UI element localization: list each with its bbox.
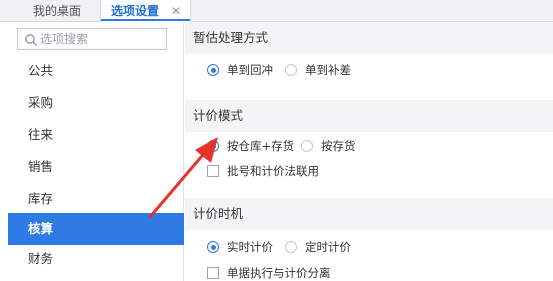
checkbox-batch-pricing[interactable] xyxy=(207,165,219,177)
tab-options-settings[interactable]: 选项设置 ✕ xyxy=(100,0,191,23)
search-box[interactable] xyxy=(17,28,167,50)
radio-label-realtime-pricing: 实时计价 xyxy=(227,240,273,254)
tab-my-desktop[interactable]: 我的桌面 xyxy=(33,0,81,22)
tab-bar: 我的桌面 选项设置 ✕ xyxy=(0,0,553,23)
search-icon xyxy=(25,34,37,46)
sidebar-item-inventory[interactable]: 库存 xyxy=(0,183,184,215)
radio-label-scheduled-pricing: 定时计价 xyxy=(305,240,351,254)
radio-label-estimate-reversal: 单到回冲 xyxy=(227,63,273,77)
close-icon[interactable]: ✕ xyxy=(171,0,181,22)
sidebar-item-sales[interactable]: 销售 xyxy=(0,151,184,183)
radio-label-estimate-difference: 单到补差 xyxy=(305,63,351,77)
sidebar-item-finance[interactable]: 财务 xyxy=(0,243,184,275)
checkbox-label-separate-execution: 单据执行与计价分离 xyxy=(227,266,331,280)
section-header-pricing-timing: 计价时机 xyxy=(185,198,553,230)
radio-by-warehouse-stock[interactable] xyxy=(207,140,219,152)
sidebar-item-purchase[interactable]: 采购 xyxy=(0,87,184,119)
radio-estimate-reversal[interactable] xyxy=(207,64,219,76)
tab-options-settings-label: 选项设置 xyxy=(111,4,160,18)
section-header-estimate: 暂估处理方式 xyxy=(185,22,553,54)
radio-label-by-stock: 按存货 xyxy=(321,139,356,153)
settings-panel: 暂估处理方式 单到回冲 单到补差 计价模式 按仓库+存货 按存货 批号和计价法联… xyxy=(185,22,553,281)
sidebar-item-accounting[interactable]: 核算 xyxy=(8,213,184,245)
radio-label-by-warehouse-stock: 按仓库+存货 xyxy=(227,139,295,153)
sidebar: 公共 采购 往来 销售 库存 核算 财务 xyxy=(0,22,184,281)
radio-by-stock[interactable] xyxy=(301,140,313,152)
section-header-pricing-mode: 计价模式 xyxy=(185,100,553,132)
sidebar-item-public[interactable]: 公共 xyxy=(0,55,184,87)
checkbox-label-batch-pricing: 批号和计价法联用 xyxy=(227,164,319,178)
radio-scheduled-pricing[interactable] xyxy=(285,241,297,253)
search-input[interactable] xyxy=(40,30,164,48)
checkbox-separate-execution[interactable] xyxy=(207,267,219,279)
sidebar-item-accounts[interactable]: 往来 xyxy=(0,119,184,151)
radio-estimate-difference[interactable] xyxy=(285,64,297,76)
radio-realtime-pricing[interactable] xyxy=(207,241,219,253)
